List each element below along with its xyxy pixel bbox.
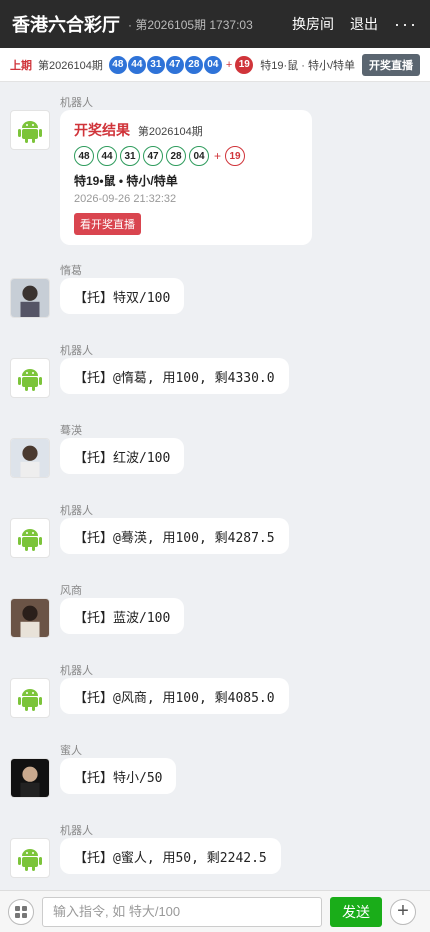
android-icon — [10, 518, 50, 558]
chat-message: 惰葛 【托】特双/100 — [10, 262, 420, 322]
command-input[interactable] — [42, 896, 322, 927]
chat-message: 蓦渶 【托】红波/100 — [10, 422, 420, 482]
message-bubble: 【托】特小/50 — [60, 758, 177, 794]
sender-name: 蓦渶 — [60, 425, 82, 437]
chat-message: 机器人 【托】@蜜人, 用50, 剩2242.5 — [10, 822, 420, 882]
more-icon[interactable]: ··· — [394, 14, 418, 35]
sender-name: 蜜人 — [60, 745, 82, 757]
last-result-bar: 上期 第2026104期 48 44 31 47 28 04 + 19 特19·… — [0, 48, 430, 82]
send-button[interactable]: 发送 — [330, 896, 382, 927]
special-info: 特19•鼠 • 特小/特单 — [74, 174, 178, 188]
result-ball: 31 — [146, 55, 165, 74]
message-bubble: 【托】蓝波/100 — [60, 598, 185, 634]
live-draw-button[interactable]: 开奖直播 — [362, 53, 420, 76]
watch-live-button[interactable]: 看开奖直播 — [74, 213, 141, 235]
result-ball: 04 — [189, 146, 209, 166]
android-icon — [10, 110, 50, 150]
draw-time: 2026-09-26 21:32:32 — [74, 193, 177, 205]
message-bubble: 【托】@惰葛, 用100, 剩4330.0 — [60, 358, 289, 394]
result-description: 特19·鼠 · 特小/特单 — [260, 59, 355, 72]
card-title: 开奖结果 — [74, 122, 130, 138]
plus-sign: + — [225, 58, 233, 71]
result-ball: 44 — [127, 55, 146, 74]
prev-label: 上期 — [10, 59, 32, 72]
result-ball: 47 — [165, 55, 184, 74]
chat-message: 机器人 【托】@惰葛, 用100, 剩4330.0 — [10, 342, 420, 402]
input-bar: 发送 + — [0, 890, 430, 932]
plus-icon[interactable]: + — [390, 898, 416, 925]
grid-menu-icon[interactable] — [8, 898, 34, 925]
room-title: 香港六合彩厅 — [12, 15, 120, 35]
current-period-countdown: · 第2026105期 1737:03 — [128, 17, 253, 32]
chat-message-result: 机器人 开奖结果 第2026104期 48 44 31 47 28 04 + 1… — [10, 94, 420, 254]
result-ball: 48 — [108, 55, 127, 74]
result-ball: 28 — [184, 55, 203, 74]
special-ball: 19 — [235, 55, 254, 74]
message-bubble: 【托】@蜜人, 用50, 剩2242.5 — [60, 838, 281, 874]
chat-message: 机器人 【托】@风商, 用100, 剩4085.0 — [10, 662, 420, 722]
sender-name: 机器人 — [60, 345, 93, 357]
chat-message: 蜜人 【托】特小/50 — [10, 742, 420, 802]
android-icon — [10, 358, 50, 398]
sender-name: 机器人 — [60, 825, 93, 837]
chat-area[interactable]: 机器人 开奖结果 第2026104期 48 44 31 47 28 04 + 1… — [0, 82, 430, 890]
sender-name: 风商 — [60, 585, 82, 597]
android-icon — [10, 678, 50, 718]
result-ball: 31 — [120, 146, 140, 166]
prev-period: 第2026104期 — [38, 59, 103, 72]
result-ball: 28 — [166, 146, 186, 166]
draw-result-card: 开奖结果 第2026104期 48 44 31 47 28 04 + 19 特1… — [60, 110, 312, 245]
result-ball: 47 — [143, 146, 163, 166]
logout-button[interactable]: 退出 — [350, 14, 378, 34]
result-ball: 48 — [74, 146, 94, 166]
sender-name: 机器人 — [60, 97, 93, 109]
card-balls: 48 44 31 47 28 04 + 19 — [74, 146, 298, 166]
result-ball: 44 — [97, 146, 117, 166]
switch-room-button[interactable]: 换房间 — [292, 14, 334, 34]
plus-sign: + — [214, 149, 222, 163]
message-bubble: 【托】@蓦渶, 用100, 剩4287.5 — [60, 518, 289, 554]
chat-message: 风商 【托】蓝波/100 — [10, 582, 420, 642]
result-ball: 04 — [203, 55, 222, 74]
sender-name: 机器人 — [60, 505, 93, 517]
user-avatar[interactable] — [10, 438, 50, 478]
message-bubble: 【托】特双/100 — [60, 278, 185, 314]
chat-message: 机器人 【托】@蓦渶, 用100, 剩4287.5 — [10, 502, 420, 562]
message-bubble: 【托】@风商, 用100, 剩4085.0 — [60, 678, 289, 714]
top-bar: 香港六合彩厅 · 第2026105期 1737:03 换房间 退出 ··· — [0, 0, 430, 48]
user-avatar[interactable] — [10, 758, 50, 798]
message-bubble: 【托】红波/100 — [60, 438, 185, 474]
special-ball: 19 — [225, 146, 246, 166]
user-avatar[interactable] — [10, 278, 50, 318]
card-period: 第2026104期 — [137, 126, 203, 138]
android-icon — [10, 838, 50, 878]
sender-name: 惰葛 — [60, 265, 82, 277]
user-avatar[interactable] — [10, 598, 50, 638]
sender-name: 机器人 — [60, 665, 93, 677]
